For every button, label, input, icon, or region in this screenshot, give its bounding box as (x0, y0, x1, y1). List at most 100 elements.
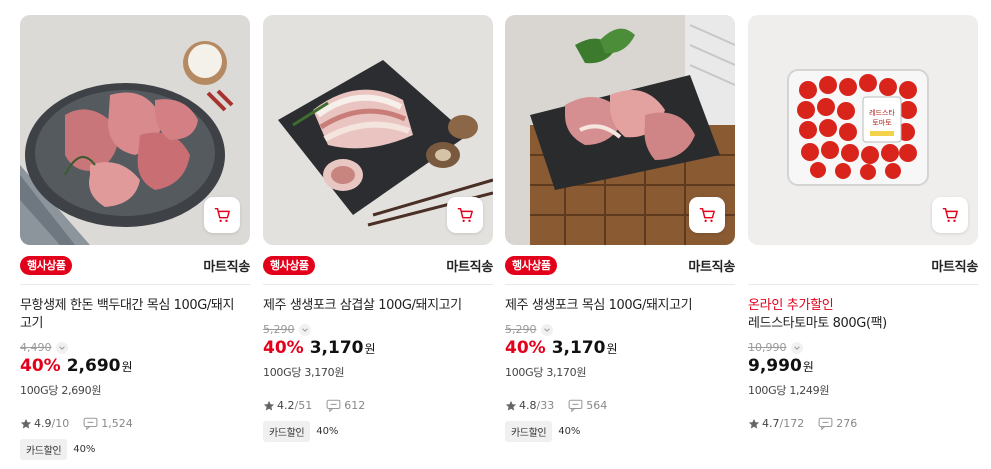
card-discount-tag: 카드할인 (263, 421, 311, 442)
price-row: 40% 3,170 원 (505, 338, 735, 360)
discount-rate: 40% (20, 356, 61, 376)
discount-rate: 40% (263, 338, 304, 358)
card-discount-tag: 카드할인 (20, 439, 68, 460)
card-discount-rate: 40% (316, 426, 339, 437)
review-count: 612 (344, 399, 366, 412)
price-row: 40% 3,170 원 (263, 338, 493, 360)
discount-rate: 40% (505, 338, 546, 358)
unit-price: 100G당 3,170원 (505, 366, 587, 379)
review-icon (83, 417, 98, 430)
cart-icon (214, 207, 230, 223)
card-discount-rate: 40% (558, 426, 581, 437)
review-icon (568, 399, 583, 412)
currency-unit: 원 (802, 360, 814, 374)
sale-price: 3,170 (309, 338, 364, 358)
original-price: 4,490 (20, 341, 52, 354)
original-price-row: 4,490 (20, 340, 250, 355)
star-icon (263, 400, 275, 411)
rating-count: 33 (540, 399, 555, 412)
unit-price: 100G당 1,249원 (748, 384, 830, 397)
product-stats: 4.7 / 172 276 (748, 417, 978, 430)
chevron-down-icon (543, 327, 550, 332)
original-price-row: 5,290 (505, 322, 735, 337)
review-count: 1,524 (101, 417, 133, 430)
shipping-type: 마트직송 (446, 260, 493, 275)
cart-icon (699, 207, 715, 223)
product-title[interactable]: 제주 생생포크 목심 100G/돼지고기 (505, 297, 735, 315)
price-detail-toggle[interactable] (790, 341, 803, 354)
price-detail-toggle[interactable] (540, 323, 553, 336)
rating-score: 4.7 (762, 417, 780, 430)
review-count: 276 (836, 417, 858, 430)
product-card[interactable]: 레드스타 토마토 마트직송 온라인 추가할인 레드스타토마토 800G(팩) 1… (748, 15, 978, 430)
product-title[interactable]: 레드스타토마토 800G(팩) (748, 315, 978, 333)
price-row: 9,990 원 (748, 356, 978, 378)
rating-count: 51 (298, 399, 313, 412)
product-stats: 4.8 / 33 564 (505, 399, 735, 412)
event-badge: 행사상품 (263, 256, 316, 275)
add-to-cart-button[interactable] (447, 197, 483, 233)
product-card[interactable]: 행사상품 마트직송 제주 생생포크 삼겹살 100G/돼지고기 5,290 40… (263, 15, 493, 442)
product-title[interactable]: 무항생제 한돈 백두대간 목심 100G/돼지 (20, 297, 250, 315)
unit-price: 100G당 2,690원 (20, 384, 102, 397)
currency-unit: 원 (121, 360, 133, 374)
rating-score: 4.2 (277, 399, 295, 412)
original-price: 5,290 (263, 323, 295, 336)
rating-count: 10 (55, 417, 70, 430)
add-to-cart-button[interactable] (932, 197, 968, 233)
chevron-down-icon (58, 345, 65, 350)
promo-label: 온라인 추가할인 (748, 298, 834, 313)
product-grid: 행사상품 마트직송 무항생제 한돈 백두대간 목심 100G/돼지 고기 4,4… (0, 0, 991, 469)
card-discount-rate: 40% (73, 444, 96, 455)
price-detail-toggle[interactable] (55, 341, 68, 354)
package-label: 레드스타 (869, 108, 895, 117)
sale-price: 9,990 (748, 356, 802, 376)
package-label-2: 토마토 (872, 118, 892, 127)
product-card[interactable]: 행사상품 마트직송 무항생제 한돈 백두대간 목심 100G/돼지 고기 4,4… (20, 15, 250, 460)
card-discount-tag: 카드할인 (505, 421, 553, 442)
product-stats: 4.2 / 51 612 (263, 399, 493, 412)
cart-icon (942, 207, 958, 223)
star-icon (505, 400, 517, 411)
product-meta: 마트직송 (748, 245, 978, 285)
original-price-row: 5,290 (263, 322, 493, 337)
original-price: 5,290 (505, 323, 537, 336)
product-image[interactable] (263, 15, 493, 245)
cart-icon (457, 207, 473, 223)
product-image[interactable] (20, 15, 250, 245)
review-count: 564 (586, 399, 608, 412)
card-discount: 카드할인 40% (505, 421, 735, 442)
product-meta: 행사상품 마트직송 (20, 245, 250, 285)
product-card[interactable]: 행사상품 마트직송 제주 생생포크 목심 100G/돼지고기 5,290 40%… (505, 15, 735, 442)
product-meta: 행사상품 마트직송 (505, 245, 735, 285)
star-icon (748, 418, 760, 429)
chevron-down-icon (793, 345, 800, 350)
product-title[interactable]: 제주 생생포크 삼겹살 100G/돼지고기 (263, 297, 493, 315)
currency-unit: 원 (606, 342, 618, 356)
sale-price: 3,170 (551, 338, 606, 358)
original-price-row: 10,990 (748, 340, 978, 355)
star-icon (20, 418, 32, 429)
product-stats: 4.9 / 10 1,524 (20, 417, 250, 430)
shipping-type: 마트직송 (203, 260, 250, 275)
unit-price: 100G당 3,170원 (263, 366, 345, 379)
event-badge: 행사상품 (505, 256, 558, 275)
review-icon (818, 417, 833, 430)
chevron-down-icon (301, 327, 308, 332)
add-to-cart-button[interactable] (204, 197, 240, 233)
card-discount: 카드할인 40% (263, 421, 493, 442)
product-image[interactable] (505, 15, 735, 245)
rating-score: 4.9 (34, 417, 52, 430)
rating-count: 172 (783, 417, 805, 430)
add-to-cart-button[interactable] (689, 197, 725, 233)
currency-unit: 원 (364, 342, 376, 356)
rating-score: 4.8 (519, 399, 537, 412)
price-detail-toggle[interactable] (298, 323, 311, 336)
sale-price: 2,690 (66, 356, 121, 376)
product-title-cont[interactable]: 고기 (20, 315, 250, 333)
shipping-type: 마트직송 (931, 260, 978, 275)
review-icon (326, 399, 341, 412)
original-price: 10,990 (748, 341, 787, 354)
product-meta: 행사상품 마트직송 (263, 245, 493, 285)
product-image[interactable]: 레드스타 토마토 (748, 15, 978, 245)
